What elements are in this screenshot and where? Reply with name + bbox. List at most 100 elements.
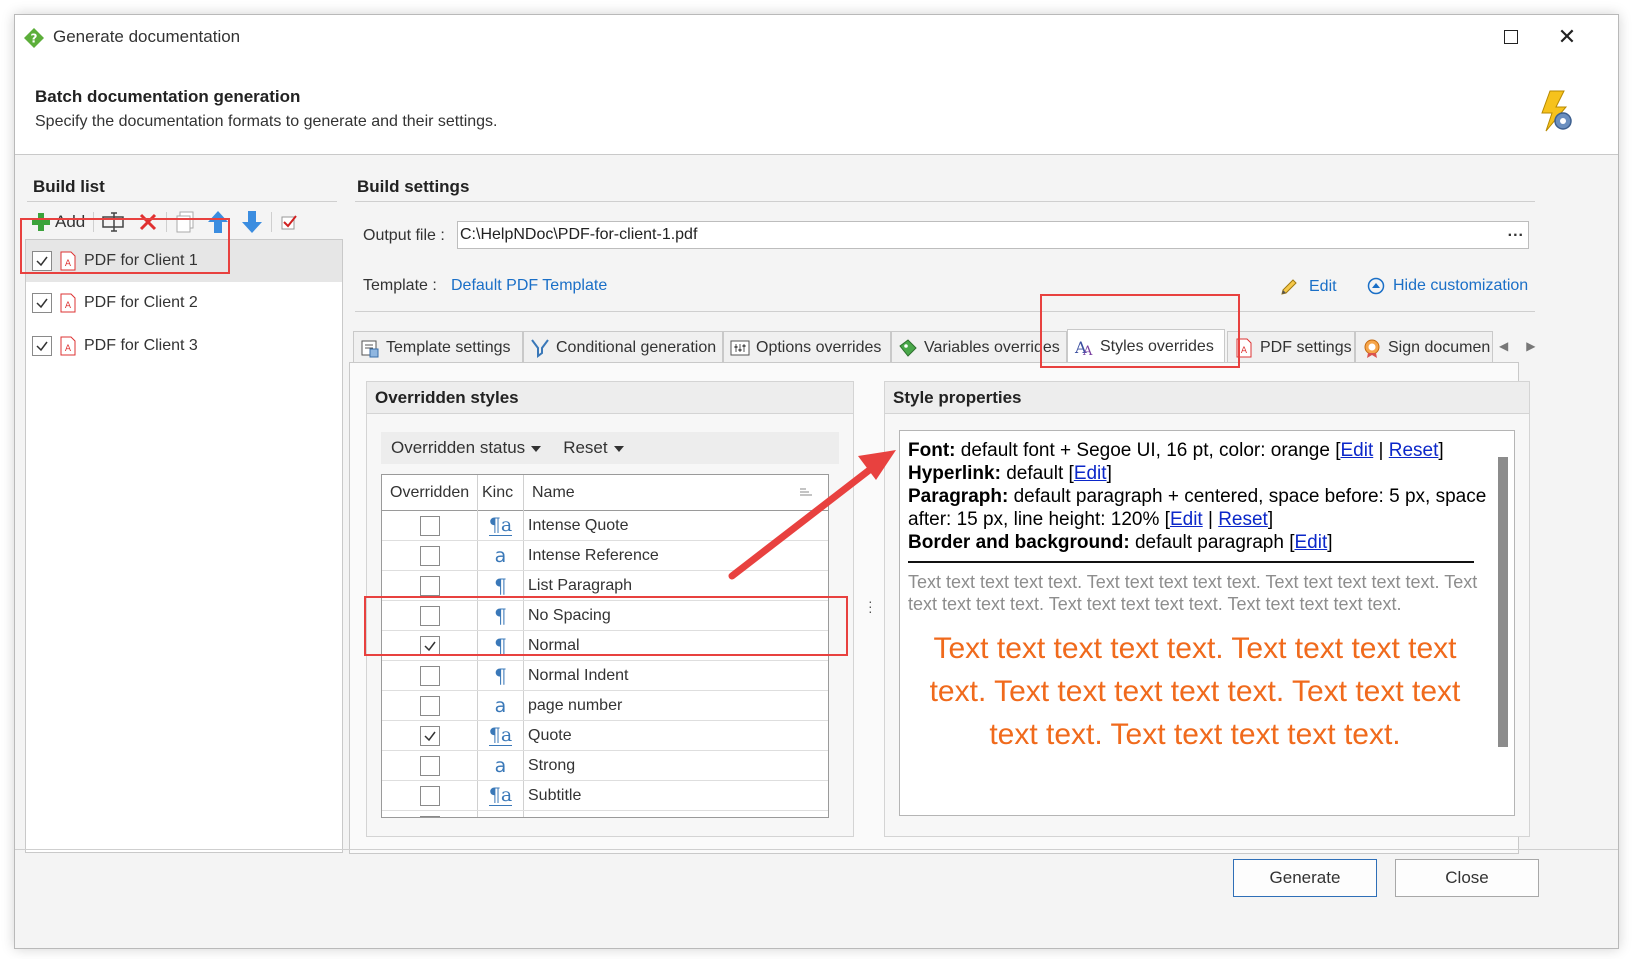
tab-scroll-left-icon[interactable]: ◀ (1499, 339, 1508, 353)
overridden-cell (382, 721, 478, 750)
tab-sign-document[interactable]: Sign documen (1355, 331, 1493, 363)
generate-button[interactable]: Generate (1233, 859, 1377, 897)
add-button[interactable]: Add (27, 208, 89, 236)
hide-customization-label: Hide customization (1393, 277, 1529, 294)
table-row[interactable]: a page number (382, 691, 828, 721)
tab-conditional-generation[interactable]: Conditional generation (523, 331, 723, 363)
overridden-checkbox[interactable] (419, 635, 440, 656)
overridden-checkbox[interactable] (419, 605, 440, 626)
delete-icon (140, 213, 157, 231)
close-button[interactable]: Close (1395, 859, 1539, 897)
close-icon: ✕ (1557, 24, 1577, 49)
dialog-window: ? Generate documentation ✕ Batch documen… (14, 14, 1619, 949)
tab-label: Variables overrides (924, 338, 1060, 356)
font-reset-link[interactable]: Reset (1389, 440, 1439, 461)
tab-options-overrides[interactable]: Options overrides (723, 331, 891, 363)
kind-cell: a (478, 751, 524, 780)
output-file-input[interactable]: C:\HelpNDoc\PDF-for-client-1.pdf ... (457, 221, 1529, 249)
window-title: Generate documentation (53, 27, 241, 46)
chevron-down-icon (613, 445, 624, 452)
table-row[interactable]: a Strong (382, 751, 828, 781)
plus-icon (32, 213, 50, 231)
svg-text:A: A (1241, 346, 1248, 356)
duplicate-button[interactable] (171, 208, 199, 236)
hyperlink-edit-link[interactable]: Edit (1074, 463, 1107, 484)
table-row[interactable]: ¶ List Paragraph (382, 571, 828, 601)
svg-text:?: ? (31, 32, 38, 46)
build-item-checkbox[interactable] (32, 336, 52, 356)
border-edit-link[interactable]: Edit (1294, 532, 1327, 553)
column-header-kind[interactable]: Kinc (478, 475, 524, 511)
svg-text:A: A (65, 259, 72, 269)
overridden-checkbox[interactable] (419, 545, 440, 566)
edit-template-button[interactable]: Edit (1279, 277, 1337, 297)
table-row[interactable]: ¶ Normal Indent (382, 661, 828, 691)
sort-icon (800, 488, 812, 496)
table-row[interactable]: a Intense Reference (382, 541, 828, 571)
styles-overrides-tab-content: Overridden styles Overridden status Rese… (349, 362, 1530, 854)
overridden-checkbox[interactable] (419, 725, 440, 746)
chevron-down-icon (531, 445, 542, 452)
build-list-item[interactable]: A PDF for Client 1 (26, 240, 342, 282)
style-name-cell (524, 811, 828, 817)
overridden-checkbox[interactable] (419, 785, 440, 806)
column-header-overridden[interactable]: Overridden (382, 475, 478, 511)
table-row[interactable]: ¶ No Spacing (382, 601, 828, 631)
overridden-checkbox[interactable] (419, 665, 440, 686)
preview-scrollbar[interactable] (1498, 457, 1508, 747)
move-up-button[interactable] (203, 208, 233, 236)
tab-styles-overrides[interactable]: AA Styles overrides (1067, 329, 1225, 363)
sample-text-default: Text text text text text. Text text text… (908, 572, 1478, 614)
table-row[interactable]: ¶ Normal (382, 631, 828, 661)
template-link[interactable]: Default PDF Template (451, 277, 607, 295)
svg-text:A: A (65, 344, 72, 354)
tab-variables-overrides[interactable]: Variables overrides (891, 331, 1067, 363)
paragraph-edit-link[interactable]: Edit (1170, 509, 1203, 530)
divider (27, 201, 337, 202)
build-list-panel: Build list Add A PDF for Client 1 A PDF … (23, 163, 343, 853)
overridden-status-dropdown[interactable]: Overridden status (391, 438, 542, 458)
styles-grid: Overridden Kinc Name ¶a Intense Quote a Int… (381, 474, 829, 818)
overridden-styles-title: Overridden styles (367, 382, 853, 414)
tab-pdf-settings[interactable]: A PDF settings (1227, 331, 1355, 363)
svg-text:A: A (65, 301, 72, 311)
overridden-checkbox[interactable] (419, 575, 440, 596)
overridden-cell (382, 601, 478, 630)
table-row[interactable]: ¶a Intense Quote (382, 511, 828, 541)
column-header-name[interactable]: Name (524, 475, 828, 511)
overridden-checkbox[interactable] (419, 815, 440, 817)
check-all-button[interactable] (276, 208, 302, 236)
build-item-checkbox[interactable] (32, 293, 52, 313)
table-row[interactable]: ¶a Subtitle (382, 781, 828, 811)
template-icon (361, 340, 379, 357)
splitter-handle[interactable]: · · · (868, 594, 873, 618)
tab-scroll-right-icon[interactable]: ▶ (1526, 339, 1535, 353)
kind-cell: ¶ (478, 631, 524, 660)
build-list-item[interactable]: A PDF for Client 2 (26, 282, 342, 324)
reset-dropdown[interactable]: Reset (563, 438, 624, 458)
overridden-styles-panel: Overridden styles Overridden status Rese… (366, 381, 854, 837)
font-value: default font + Segoe UI, 16 pt, color: o… (955, 440, 1336, 461)
build-item-checkbox[interactable] (32, 251, 52, 271)
hide-customization-button[interactable]: Hide customization (1367, 277, 1528, 295)
copy-icon (176, 211, 194, 233)
font-edit-link[interactable]: Edit (1341, 440, 1374, 461)
kind-cell: ¶ (478, 571, 524, 600)
overridden-cell (382, 751, 478, 780)
browse-button[interactable]: ... (1508, 223, 1524, 241)
paragraph-reset-link[interactable]: Reset (1218, 509, 1268, 530)
table-row[interactable]: ¶a Quote (382, 721, 828, 751)
pdf-file-icon: A (60, 336, 76, 356)
close-window-button[interactable]: ✕ (1544, 21, 1590, 53)
build-list-item[interactable]: A PDF for Client 3 (26, 325, 342, 367)
overridden-checkbox[interactable] (419, 695, 440, 716)
rename-button[interactable] (98, 208, 130, 236)
delete-button[interactable] (134, 208, 162, 236)
tab-template-settings[interactable]: Template settings (353, 331, 523, 363)
edit-label: Edit (1309, 278, 1337, 295)
overridden-checkbox[interactable] (419, 515, 440, 536)
move-down-button[interactable] (237, 208, 267, 236)
grid-header: Overridden Kinc Name (382, 475, 828, 511)
overridden-checkbox[interactable] (419, 755, 440, 776)
maximize-button[interactable] (1488, 21, 1534, 53)
